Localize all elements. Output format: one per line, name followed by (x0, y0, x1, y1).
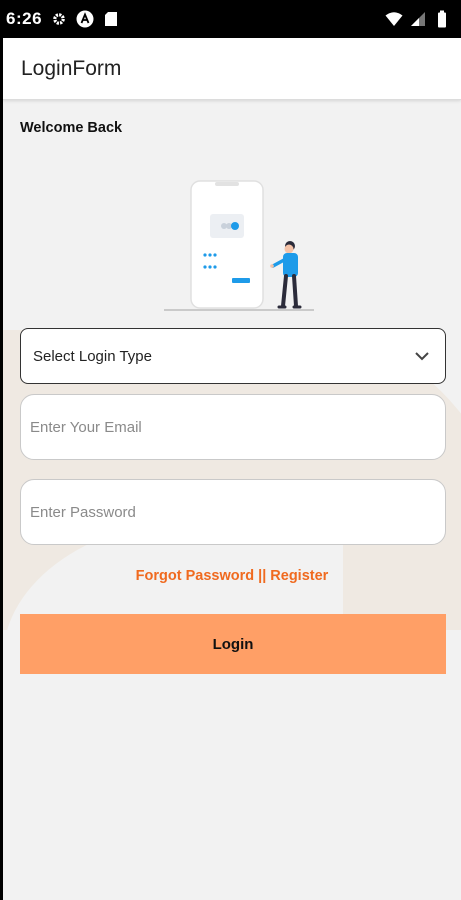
chevron-down-icon (413, 347, 431, 365)
auth-links: Forgot Password || Register (3, 568, 461, 584)
status-bar-right (385, 10, 451, 28)
register-link[interactable]: Register (270, 568, 328, 584)
login-button[interactable]: Login (20, 614, 446, 674)
login-illustration (158, 178, 318, 313)
cellular-signal-icon (409, 10, 427, 28)
forgot-password-link[interactable]: Forgot Password (136, 568, 254, 584)
status-time: 6:26 (6, 9, 43, 28)
welcome-heading: Welcome Back (20, 120, 123, 136)
sd-card-icon (102, 10, 120, 28)
password-field[interactable] (20, 479, 446, 545)
status-bar-left: 6:26 (6, 9, 120, 29)
a-badge-icon (76, 10, 94, 28)
status-bar: 6:26 (0, 0, 461, 38)
links-separator: || (254, 568, 271, 584)
password-input[interactable] (21, 480, 445, 544)
email-input[interactable] (21, 395, 445, 459)
app-screen: LoginForm Welcome Back Select Login Type… (3, 38, 461, 900)
app-bar: LoginForm (3, 38, 461, 100)
email-field[interactable] (20, 394, 446, 460)
gear-icon (50, 10, 68, 28)
login-type-select-value: Select Login Type (33, 347, 152, 365)
app-bar-title: LoginForm (21, 56, 122, 80)
battery-icon (433, 10, 451, 28)
wifi-icon (385, 10, 403, 28)
login-type-select[interactable]: Select Login Type (20, 328, 446, 384)
